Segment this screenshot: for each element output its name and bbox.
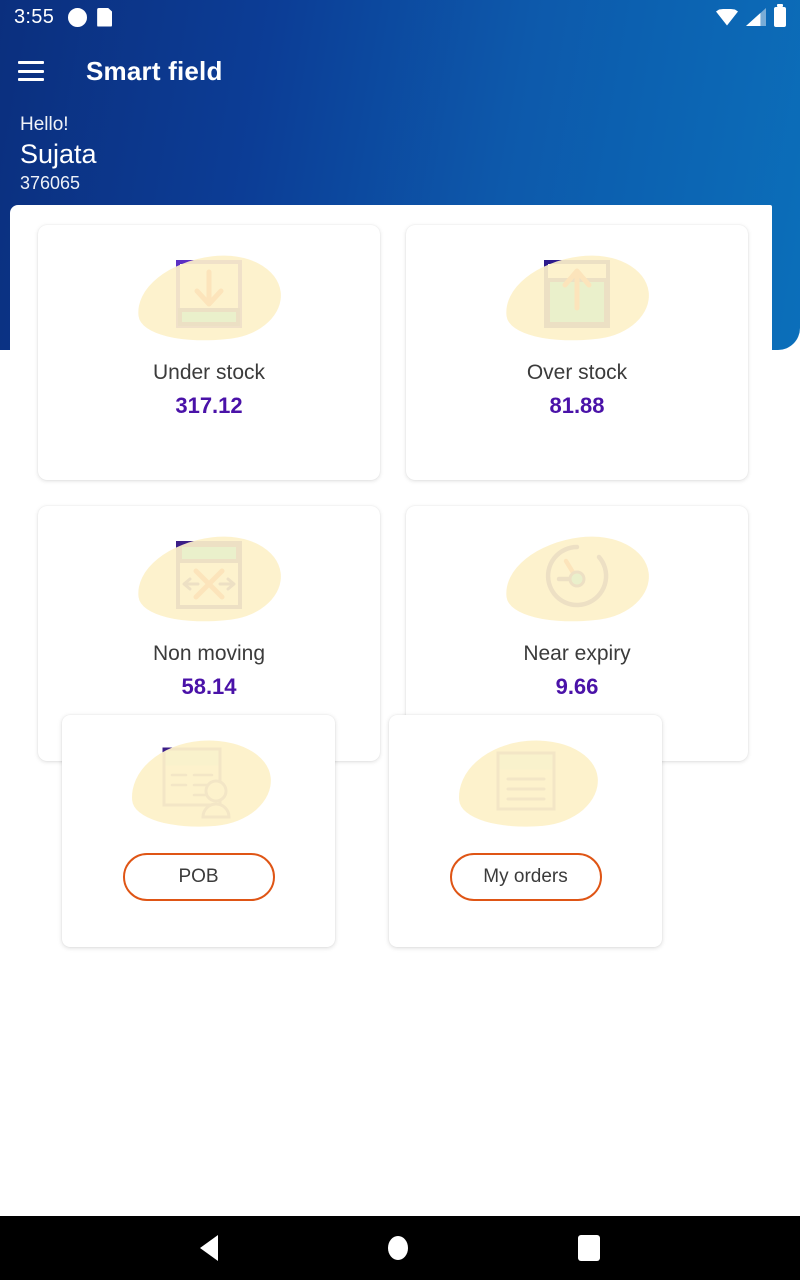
stat-label: Non moving (152, 642, 266, 665)
stat-value: 58.14 (181, 674, 237, 699)
my-orders-button[interactable]: My orders (449, 853, 602, 901)
cellular-signal-icon (746, 8, 766, 26)
stat-label: Near expiry (523, 642, 631, 665)
contrast-icon (68, 7, 88, 27)
stat-value: 317.12 (175, 393, 243, 418)
page-title: Smart field (86, 55, 223, 86)
action-card-pob[interactable]: POB (62, 715, 335, 947)
android-nav-bar (0, 1216, 800, 1280)
sd-card-icon (97, 7, 113, 27)
decorative-blob (127, 735, 274, 833)
status-bar-right-icons (716, 4, 786, 27)
stat-label: Under stock (152, 361, 266, 384)
stat-icon-container (129, 524, 289, 632)
stat-card-over-stock[interactable]: Over stock 81.88 (406, 225, 748, 480)
decorative-blob (500, 248, 654, 350)
action-card-my-orders[interactable]: My orders (389, 715, 662, 947)
status-bar-time: 3:55 (14, 5, 55, 28)
decorative-blob (500, 529, 654, 631)
stat-card-under-stock[interactable]: Under stock 317.12 (38, 225, 380, 480)
hamburger-line (18, 78, 44, 81)
hamburger-line (18, 69, 44, 73)
action-card-row: POB My orders (62, 715, 702, 947)
greeting-user-name: Sujata (20, 139, 97, 169)
app-bar: Smart field (0, 42, 800, 100)
recents-square-icon[interactable] (578, 1235, 600, 1261)
stat-icon-container (497, 243, 657, 351)
stat-card-grid: Under stock 317.12 Over stock 81.88 Non … (38, 225, 748, 761)
action-icon-container (446, 735, 606, 833)
stat-icon-container (129, 243, 289, 351)
hamburger-menu-icon[interactable] (18, 61, 44, 81)
content-sheet: Under stock 317.12 Over stock 81.88 Non … (10, 205, 772, 1215)
stat-value: 81.88 (549, 393, 605, 418)
stat-icon-container (497, 524, 657, 632)
battery-icon (774, 4, 786, 27)
decorative-blob (132, 529, 286, 631)
home-circle-icon[interactable] (388, 1236, 408, 1260)
greeting-hello: Hello! (20, 114, 69, 135)
wifi-icon (716, 8, 738, 26)
app-root: 3:55 Smart field Hello! Sujata 376065 Un… (0, 0, 800, 1280)
stat-value: 9.66 (555, 674, 599, 699)
pob-button[interactable]: POB (122, 853, 275, 901)
decorative-blob (454, 735, 601, 833)
status-bar-left-icons (68, 7, 113, 27)
hamburger-line (18, 61, 44, 64)
status-bar: 3:55 (0, 0, 800, 34)
greeting-user-code: 376065 (20, 173, 81, 193)
action-icon-container (119, 735, 279, 833)
decorative-blob (132, 248, 286, 350)
back-triangle-icon[interactable] (200, 1235, 218, 1261)
stat-label: Over stock (526, 361, 628, 384)
greeting-block: Hello! Sujata 376065 (20, 112, 97, 195)
